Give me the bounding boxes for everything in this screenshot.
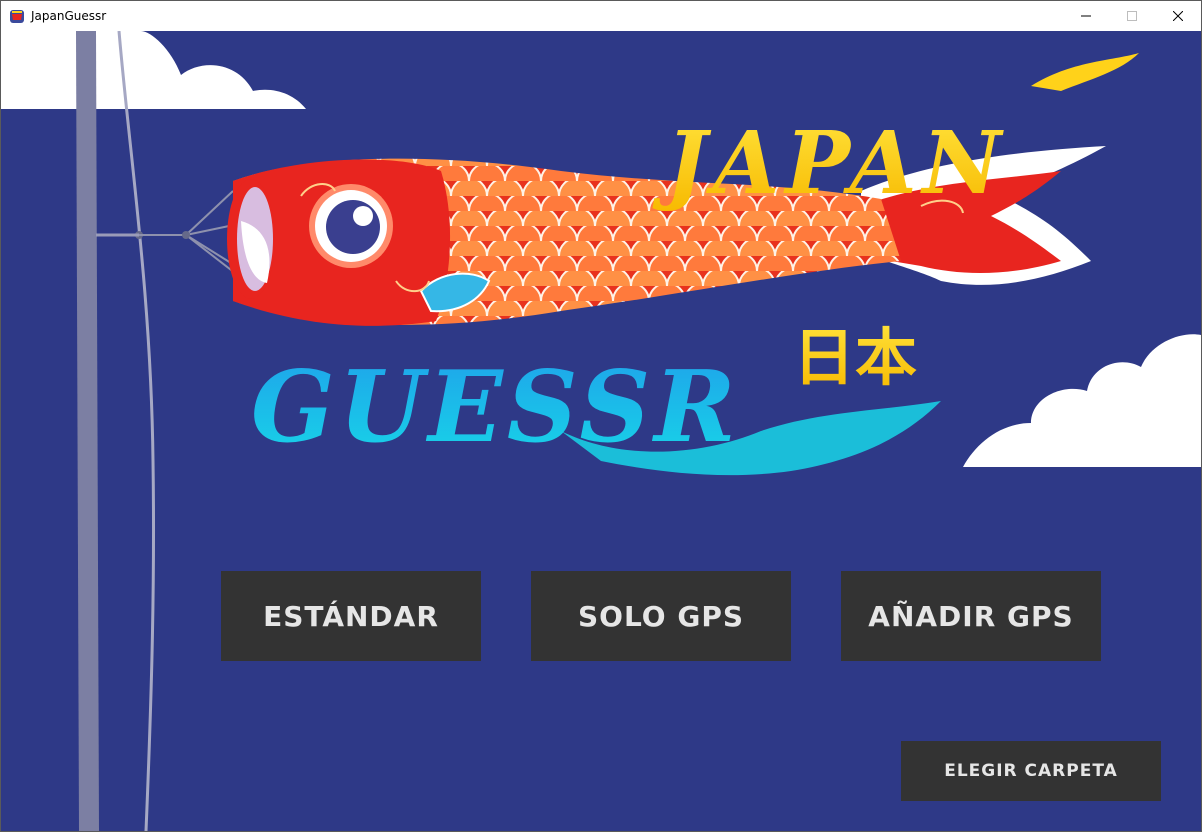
flag-pole [76,31,156,831]
choose-folder-button[interactable]: ELEGIR CARPETA [901,741,1161,801]
maximize-button[interactable] [1109,1,1155,31]
window-title: JapanGuessr [31,9,107,23]
app-window: JapanGuessr JAPAN GUESSR 日本 ESTÁNDAR SOL… [0,0,1202,832]
title-bar[interactable]: JapanGuessr [1,1,1201,31]
app-icon [9,8,25,24]
close-icon [1173,11,1183,21]
cloud-top-left [1,31,306,109]
logo-word-japan: JAPAN [652,113,1007,214]
background-illustration: JAPAN GUESSR 日本 [1,31,1201,831]
minimize-button[interactable] [1063,1,1109,31]
cloud-right [963,334,1201,467]
gps-only-mode-button[interactable]: SOLO GPS [531,571,791,661]
standard-mode-button[interactable]: ESTÁNDAR [221,571,481,661]
main-canvas: JAPAN GUESSR 日本 ESTÁNDAR SOLO GPS AÑADIR… [1,31,1201,831]
logo-word-guessr: GUESSR [251,350,740,465]
add-gps-button[interactable]: AÑADIR GPS [841,571,1101,661]
minimize-icon [1081,15,1091,17]
close-button[interactable] [1155,1,1201,31]
logo-flourish [1031,53,1139,91]
maximize-icon [1127,11,1137,21]
logo-kanji: 日本 [793,321,917,394]
